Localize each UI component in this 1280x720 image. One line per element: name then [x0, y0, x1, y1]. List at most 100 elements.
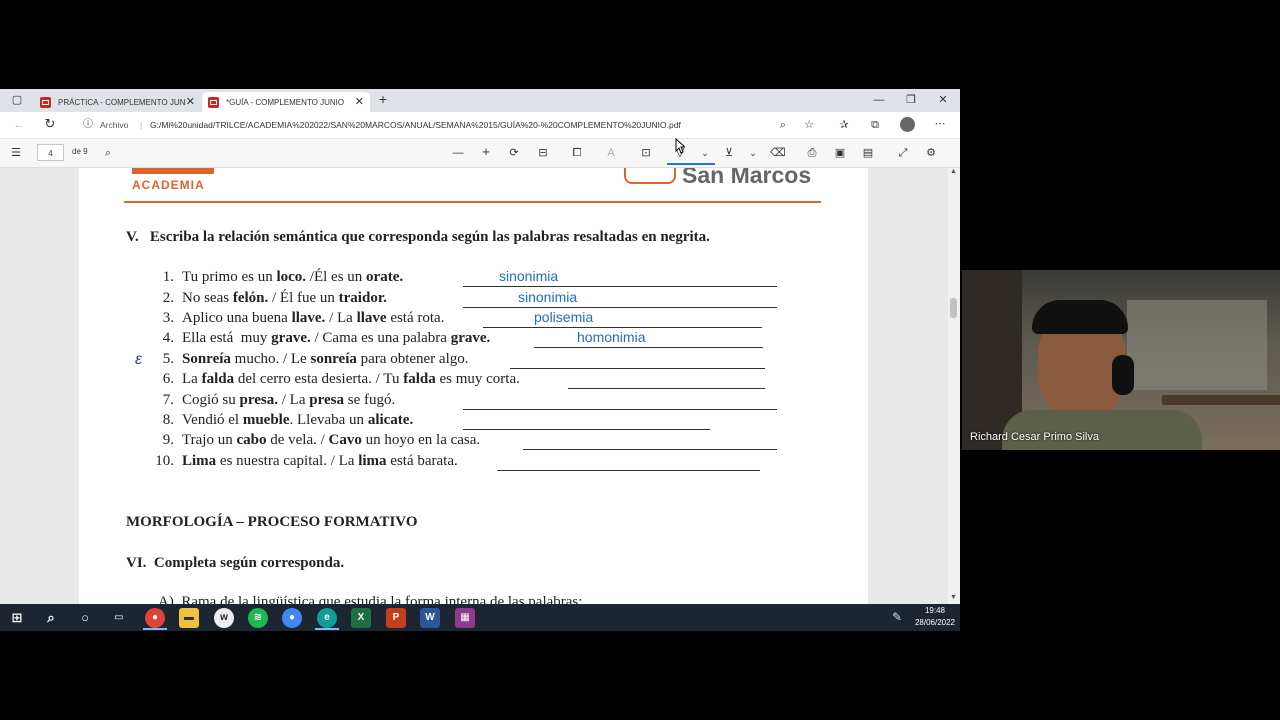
running-indicator [315, 628, 339, 630]
back-icon[interactable]: ← [12, 118, 26, 132]
scroll-thumb[interactable] [950, 298, 957, 318]
minimize-icon[interactable]: — [872, 93, 886, 107]
rotate-icon[interactable]: ⟳ [507, 146, 521, 160]
question-a: A) Rama de la lingüística que estudia la… [158, 594, 583, 604]
answer-line [568, 388, 765, 389]
chrome-icon[interactable]: ● [145, 608, 165, 628]
chevron-down-icon[interactable]: ⌄ [698, 146, 712, 160]
close-tab-icon[interactable]: ✕ [355, 95, 364, 108]
pdf-icon [208, 96, 219, 108]
whatsapp-icon[interactable]: w [214, 608, 234, 628]
word-icon[interactable]: W [420, 608, 440, 628]
url-field[interactable]: ⓘ Archivo | G:/Mi%20unidad/TRILCE/ACADEM… [73, 116, 773, 134]
start-icon[interactable]: ⊞ [7, 608, 27, 628]
browser-window: ▢ PRÁCTICA - COMPLEMENTO JUN ✕ *GUÍA - C… [0, 89, 960, 604]
answer-line [510, 368, 765, 369]
collections-icon[interactable]: ⧉ [868, 118, 882, 132]
answer-line [523, 449, 777, 450]
highlight-icon[interactable]: ⊻ [722, 146, 736, 160]
zoom-out-icon[interactable]: — [451, 146, 465, 160]
cortana-icon[interactable]: ○ [75, 608, 95, 628]
scroll-up-icon[interactable]: ▲ [950, 168, 957, 175]
taskbar: ⊞ ⌕ ○ ▭ ● ▬ w ≋ ● e X P W ▦ ✎ 19:48 28/0… [0, 604, 960, 631]
item-text: Vendió el mueble. Llevaba un alicate. [182, 412, 414, 428]
chrome-icon[interactable]: ● [282, 608, 302, 628]
zoom-in-icon[interactable]: + [479, 145, 493, 159]
refresh-icon[interactable]: ↻ [43, 117, 57, 131]
read-aloud-icon[interactable]: A [604, 146, 618, 160]
tab-practica[interactable]: PRÁCTICA - COMPLEMENTO JUN ✕ [34, 92, 201, 112]
item-number: 7. [162, 392, 174, 408]
clock-date[interactable]: 28/06/2022 [912, 618, 958, 627]
san-marcos-logo-text: San Marcos [682, 168, 812, 188]
favorites-icon[interactable]: ✰ [837, 118, 851, 132]
answer-text: homonimia [577, 329, 646, 345]
item-number: 6. [162, 371, 174, 387]
section-v-title: V. Escriba la relación semántica que cor… [126, 229, 710, 245]
scroll-down-icon[interactable]: ▼ [950, 594, 957, 601]
close-tab-icon[interactable]: ✕ [186, 95, 195, 108]
add-favorite-icon[interactable]: ☆ [802, 118, 816, 132]
new-tab-button[interactable]: + [376, 92, 390, 106]
morfologia-title: MORFOLOGÍA – PROCESO FORMATIVO [126, 514, 418, 530]
pen-icon[interactable]: ✎ [892, 610, 902, 624]
item-text: No seas felón. / Él fue un traidor. [182, 290, 387, 306]
item-number: 4. [162, 330, 174, 346]
tab-bar: ▢ PRÁCTICA - COMPLEMENTO JUN ✕ *GUÍA - C… [0, 89, 960, 112]
page-view-icon[interactable]: ⧠ [570, 146, 584, 160]
contents-icon[interactable]: ☰ [9, 146, 23, 160]
info-icon[interactable]: ⓘ [83, 116, 93, 134]
settings-icon[interactable]: ⚙ [924, 146, 938, 160]
participant-video: Richard Cesar Primo Silva [962, 270, 1280, 450]
spotify-icon[interactable]: ≋ [248, 608, 268, 628]
close-window-icon[interactable]: ✕ [936, 93, 950, 107]
item-text: Lima es nuestra capital. / La lima está … [182, 453, 458, 469]
zoom-icon[interactable]: ⌕ [776, 118, 790, 132]
page-number-input[interactable]: 4 [37, 144, 64, 161]
item-text: La falda del cerro esta desierta. / Tu f… [182, 371, 520, 387]
fullscreen-icon[interactable]: ⤢ [896, 146, 910, 160]
search-icon[interactable]: ⌕ [41, 608, 61, 628]
person-shoulders [1002, 410, 1202, 450]
save-as-icon[interactable]: ▤ [861, 146, 875, 160]
academy-logo-text: ACADEMIA [132, 178, 205, 192]
search-icon[interactable]: ⌕ [101, 146, 115, 160]
restore-icon[interactable]: ❐ [904, 93, 918, 107]
participant-name: Richard Cesar Primo Silva [970, 431, 1099, 443]
print-icon[interactable]: ⎙ [805, 146, 819, 160]
tab-guia[interactable]: *GUÍA - COMPLEMENTO JUNIO ✕ [202, 92, 370, 112]
tab-actions-icon[interactable]: ▢ [10, 93, 24, 107]
more-menu-icon[interactable]: ⋯ [933, 117, 947, 131]
shelf [1162, 395, 1280, 405]
address-bar: ← ↻ ⓘ Archivo | G:/Mi%20unidad/TRILCE/AC… [0, 112, 960, 139]
answer-line [463, 409, 777, 410]
answer-line [534, 347, 763, 348]
task-view-icon[interactable]: ▭ [109, 608, 129, 628]
winrar-icon[interactable]: ▦ [455, 608, 475, 628]
answer-text: sinonimia [499, 268, 559, 284]
answer-line [483, 327, 762, 328]
tab-label: PRÁCTICA - COMPLEMENTO JUN [58, 97, 186, 107]
powerpoint-icon[interactable]: P [386, 608, 406, 628]
edge-icon[interactable]: e [317, 608, 337, 628]
scrollbar[interactable]: ▲ ▼ [948, 168, 960, 604]
save-icon[interactable]: ▣ [833, 146, 847, 160]
separator: | [140, 120, 143, 130]
fit-page-icon[interactable]: ⊟ [536, 146, 550, 160]
file-explorer-icon[interactable]: ▬ [179, 608, 199, 628]
item-number: 5. [162, 351, 174, 367]
clock-time[interactable]: 19:48 [912, 606, 958, 615]
window-background [1127, 300, 1267, 390]
chevron-down-icon[interactable]: ⌄ [746, 146, 760, 160]
header-divider [124, 201, 821, 203]
item-text: Aplico una buena llave. / La llave está … [182, 310, 445, 326]
item-number: 2. [162, 290, 174, 306]
excel-icon[interactable]: X [351, 608, 371, 628]
handwritten-mark: ε [135, 351, 143, 368]
item-text: Ella está muy grave. / Cama es una palab… [182, 330, 491, 346]
text-icon[interactable]: ⊡ [639, 146, 653, 160]
url-text: G:/Mi%20unidad/TRILCE/ACADEMIA%202022/SA… [150, 120, 681, 130]
erase-icon[interactable]: ⌫ [770, 146, 786, 160]
avatar[interactable] [900, 117, 915, 132]
pdf-viewport[interactable]: ACADEMIA San Marcos V. Escriba la relaci… [0, 168, 948, 604]
